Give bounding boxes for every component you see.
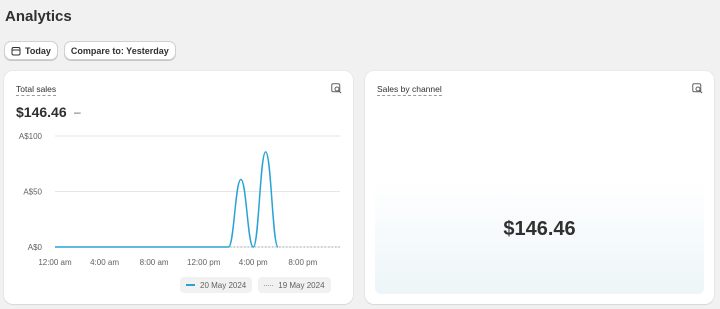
x-tick-label: 8:00 pm bbox=[288, 258, 317, 267]
y-tick-label: A$50 bbox=[23, 188, 42, 197]
x-tick-label: 4:00 pm bbox=[239, 258, 268, 267]
compare-label: Compare to: Yesterday bbox=[70, 45, 169, 56]
legend-label-previous: 19 May 2024 bbox=[278, 280, 325, 290]
date-range-button[interactable]: Today bbox=[4, 41, 58, 60]
x-tick-label: 4:00 am bbox=[90, 258, 119, 267]
explore-report-icon[interactable] bbox=[692, 83, 703, 94]
x-tick-label: 12:00 am bbox=[38, 258, 72, 267]
total-sales-chart: A$0 A$50 A$100 12:00 am 4:00 am 8:00 am 12:00 … bbox=[19, 132, 340, 267]
series-line-current bbox=[54, 151, 279, 248]
toolbar: Today Compare to: Yesterday bbox=[4, 41, 176, 60]
date-range-label: Today bbox=[25, 45, 51, 56]
legend-swatch-current bbox=[186, 284, 195, 286]
calendar-icon bbox=[11, 46, 21, 55]
chart-legend: 20 May 2024 19 May 2024 bbox=[180, 277, 331, 293]
sales-by-channel-card: Sales by channel $146.46 bbox=[365, 71, 714, 304]
compare-button[interactable]: Compare to: Yesterday bbox=[63, 41, 176, 60]
x-tick-label: 8:00 am bbox=[140, 258, 169, 267]
total-sales-card: Total sales $146.46 – A$0 A$50 A$100 12:00 … bbox=[4, 71, 353, 304]
sales-by-channel-panel: $146.46 bbox=[375, 105, 704, 294]
legend-swatch-previous bbox=[264, 284, 274, 286]
sales-by-channel-title[interactable]: Sales by channel bbox=[377, 84, 442, 96]
page-title: Analytics bbox=[5, 8, 72, 25]
sales-by-channel-value: $146.46 bbox=[503, 218, 576, 240]
x-tick-label: 12:00 pm bbox=[187, 258, 221, 267]
legend-item-current[interactable]: 20 May 2024 bbox=[180, 277, 253, 293]
y-tick-label: A$0 bbox=[28, 243, 43, 252]
y-tick-label: A$100 bbox=[19, 132, 43, 141]
legend-label-current: 20 May 2024 bbox=[200, 280, 247, 290]
legend-item-previous[interactable]: 19 May 2024 bbox=[258, 277, 331, 293]
